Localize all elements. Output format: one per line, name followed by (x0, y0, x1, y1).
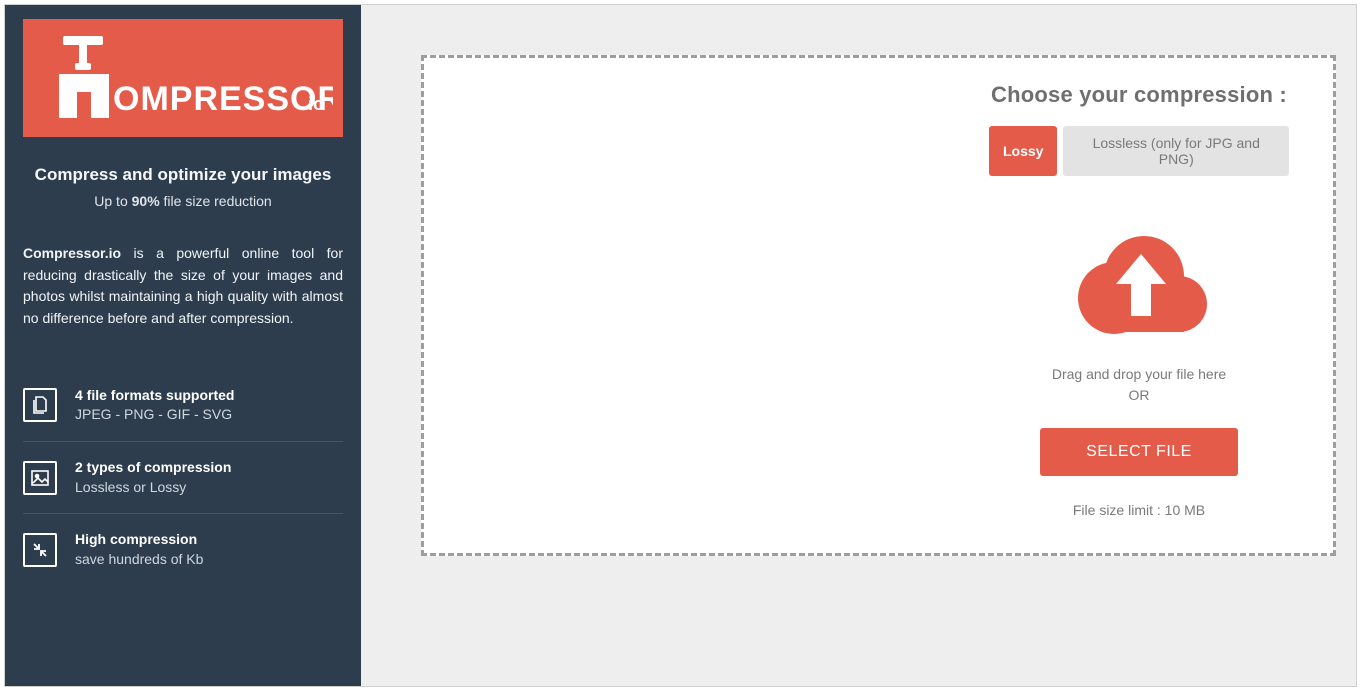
compression-toggle: Lossy Lossless (only for JPG and PNG) (989, 126, 1289, 176)
dropzone[interactable]: Choose your compression : Lossy Lossless… (421, 55, 1336, 556)
choose-heading: Choose your compression : (989, 82, 1289, 108)
compress-icon (23, 533, 57, 567)
sidebar: OMPRESSOR .io Compress and optimize your… (5, 5, 361, 686)
tagline: Compress and optimize your images (23, 165, 343, 185)
files-icon (23, 388, 57, 422)
lossy-button[interactable]: Lossy (989, 126, 1057, 176)
svg-text:.io: .io (303, 94, 324, 114)
file-size-limit: File size limit : 10 MB (989, 502, 1289, 518)
drag-drop-text: Drag and drop your file here OR (989, 364, 1289, 406)
main-area: Choose your compression : Lossy Lossless… (361, 5, 1356, 686)
lossless-button[interactable]: Lossless (only for JPG and PNG) (1063, 126, 1289, 176)
svg-text:OMPRESSOR: OMPRESSOR (113, 80, 333, 118)
feature-compression: High compression save hundreds of Kb (23, 514, 343, 585)
description: Compressor.io is a powerful online tool … (23, 243, 343, 330)
logo[interactable]: OMPRESSOR .io (23, 19, 343, 137)
select-file-button[interactable]: SELECT FILE (1040, 428, 1238, 476)
feature-formats: 4 file formats supported JPEG - PNG - GI… (23, 370, 343, 442)
feature-types: 2 types of compression Lossless or Lossy (23, 442, 343, 514)
sub-tagline: Up to 90% file size reduction (23, 193, 343, 209)
image-icon (23, 461, 57, 495)
upload-cloud-icon (989, 226, 1289, 346)
feature-list: 4 file formats supported JPEG - PNG - GI… (23, 370, 343, 586)
